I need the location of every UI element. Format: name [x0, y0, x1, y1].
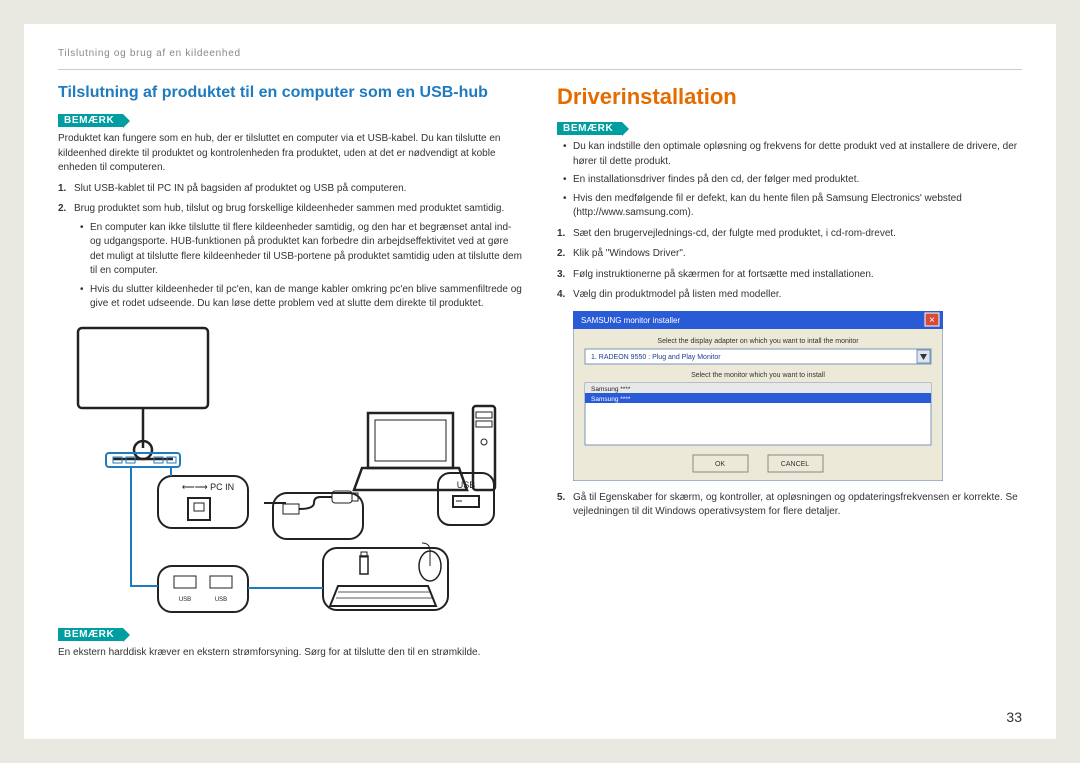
svg-text:CANCEL: CANCEL: [781, 461, 810, 468]
svg-text:USB: USB: [457, 480, 476, 490]
step-text: Følg instruktionerne på skærmen for at f…: [573, 269, 874, 280]
bullet: Hvis du slutter kildeenheder til pc'en, …: [80, 283, 523, 312]
step-2: 2. Brug produktet som hub, tilslut og br…: [58, 202, 523, 312]
bottom-note-text: En ekstern harddisk kræver en ekstern st…: [58, 646, 523, 661]
two-column-layout: Tilslutning af produktet til en computer…: [58, 84, 1022, 660]
step-text: Sæt den brugervejlednings-cd, der fulgte…: [573, 228, 896, 239]
document-page: Tilslutning og brug af en kildeenhed Til…: [24, 24, 1056, 739]
step-text: Vælg din produktmodel på listen med mode…: [573, 289, 781, 300]
svg-text:×: ×: [929, 315, 935, 326]
svg-text:Select the display adapter on: Select the display adapter on which you …: [657, 338, 859, 345]
step: 3. Følg instruktionerne på skærmen for at…: [557, 268, 1022, 283]
svg-text:Samsung ****: Samsung ****: [591, 386, 631, 393]
installer-window: SAMSUNG monitor installer × Select the d…: [573, 311, 943, 481]
step-2-bullets: En computer kan ikke tilslutte til flere…: [74, 221, 523, 312]
step-text: Brug produktet som hub, tilslut og brug …: [74, 203, 504, 214]
svg-text:Samsung ****: Samsung ****: [591, 396, 631, 403]
monitor-icon: [78, 328, 208, 467]
svg-text:USB: USB: [215, 597, 227, 603]
step-1: 1. Slut USB-kablet til PC IN på bagsiden…: [58, 182, 523, 197]
step-num: 1.: [58, 182, 66, 197]
right-steps: 1. Sæt den brugervejlednings-cd, der fulg…: [557, 227, 1022, 303]
right-heading: Driverinstallation: [557, 84, 1022, 110]
svg-text:SAMSUNG monitor installer: SAMSUNG monitor installer: [581, 316, 680, 325]
step-text: Gå til Egenskaber for skærm, og kontroll…: [573, 492, 1018, 518]
page-number: 33: [1006, 709, 1022, 725]
svg-text:OK: OK: [715, 461, 725, 468]
peripherals-icon: [323, 543, 448, 610]
pc-in-port: ⟵⟶ PC IN: [158, 476, 248, 528]
bullet: Hvis den medfølgende fil er defekt, kan …: [563, 192, 1022, 221]
step-num: 4.: [557, 288, 565, 303]
right-column: Driverinstallation BEMÆRK Du kan indstil…: [557, 84, 1022, 660]
bullet: Du kan indstille den optimale opløsning …: [563, 140, 1022, 169]
laptop-icon: [354, 413, 467, 490]
left-steps: 1. Slut USB-kablet til PC IN på bagsiden…: [58, 182, 523, 312]
usb-hub-port: USB USB: [158, 566, 248, 612]
usb-cable-icon: [264, 491, 363, 539]
right-steps-cont: 5. Gå til Egenskaber for skærm, og kontro…: [557, 491, 1022, 520]
left-heading: Tilslutning af produktet til en computer…: [58, 84, 523, 102]
step-text: Slut USB-kablet til PC IN på bagsiden af…: [74, 183, 406, 194]
note-label: BEMÆRK: [58, 628, 123, 641]
note-label: BEMÆRK: [557, 122, 622, 135]
step: 5. Gå til Egenskaber for skærm, og kontro…: [557, 491, 1022, 520]
step-num: 5.: [557, 491, 565, 506]
bullet: En computer kan ikke tilslutte til flere…: [80, 221, 523, 279]
step-num: 3.: [557, 268, 565, 283]
svg-text:Select the monitor which you w: Select the monitor which you want to ins…: [691, 372, 825, 379]
note-label: BEMÆRK: [58, 114, 123, 127]
step-num: 1.: [557, 227, 565, 242]
svg-text:USB: USB: [179, 597, 191, 603]
step-num: 2.: [557, 247, 565, 262]
right-bullets: Du kan indstille den optimale opløsning …: [557, 140, 1022, 221]
svg-text:1. RADEON 9550 : Plug and Play: 1. RADEON 9550 : Plug and Play Monitor: [591, 354, 721, 361]
bottom-note-block: BEMÆRK En ekstern harddisk kræver en eks…: [58, 624, 523, 661]
step-text: Klik på "Windows Driver".: [573, 248, 686, 259]
svg-text:⟵⟶ PC IN: ⟵⟶ PC IN: [182, 482, 234, 492]
step: 1. Sæt den brugervejlednings-cd, der fulg…: [557, 227, 1022, 242]
left-column: Tilslutning af produktet til en computer…: [58, 84, 523, 660]
connection-diagram: ⟵⟶ PC IN USB USB: [58, 318, 498, 618]
bullet: En installationsdriver findes på den cd,…: [563, 173, 1022, 188]
usb-port: USB: [438, 473, 494, 525]
step-num: 2.: [58, 202, 66, 217]
breadcrumb: Tilslutning og brug af en kildeenhed: [58, 48, 1022, 70]
intro-text: Produktet kan fungere som en hub, der er…: [58, 132, 523, 176]
step: 4. Vælg din produktmodel på listen med mo…: [557, 288, 1022, 303]
step: 2. Klik på "Windows Driver".: [557, 247, 1022, 262]
